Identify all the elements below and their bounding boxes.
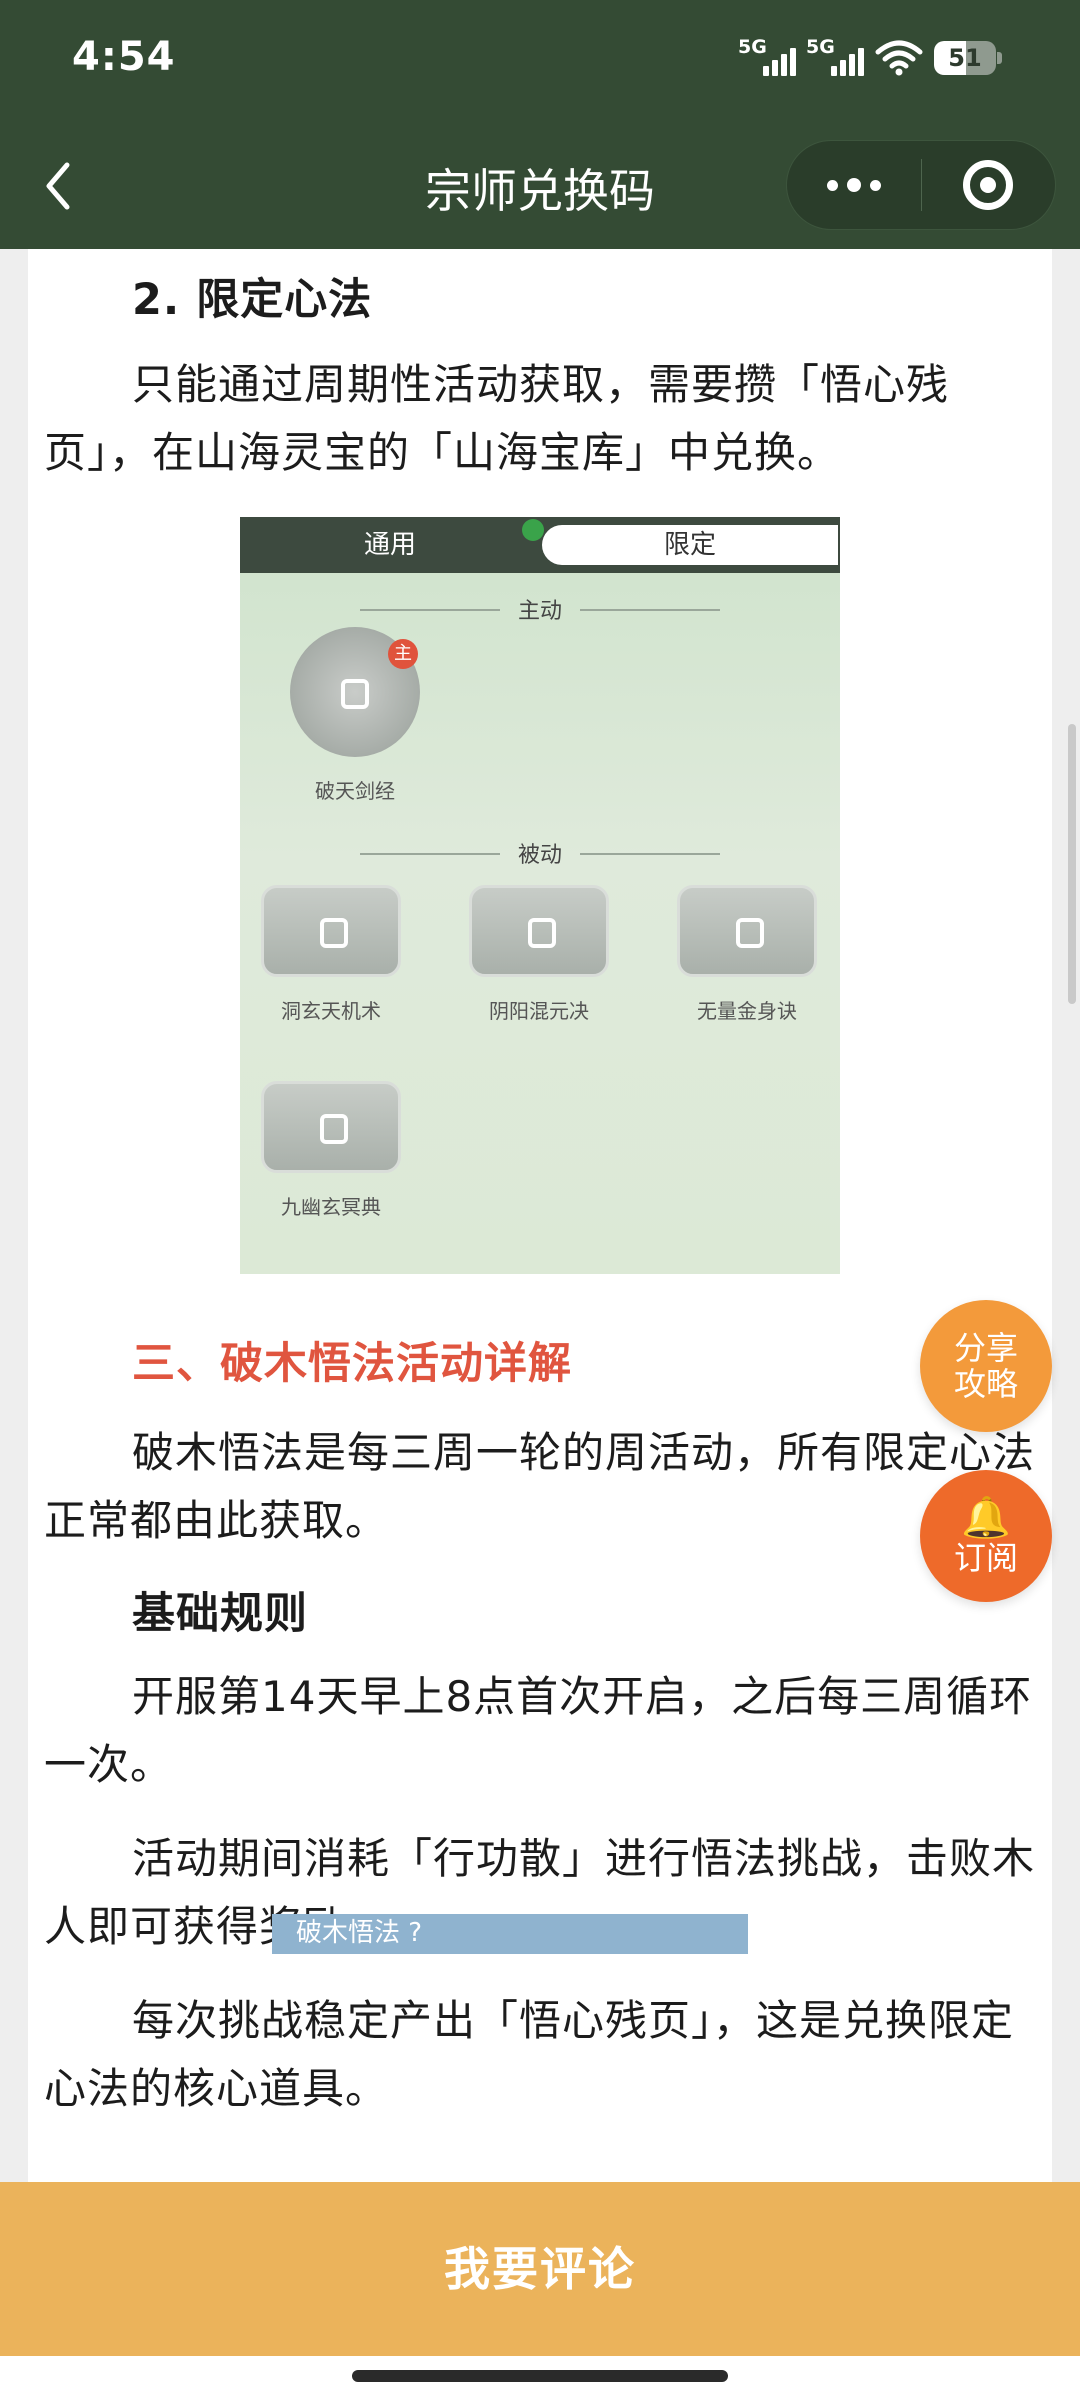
more-dots-icon xyxy=(826,179,838,191)
target-close-icon xyxy=(963,160,1014,210)
subscribe-label: 订阅 xyxy=(953,1539,1018,1577)
skill-item: 阴阳混元决 xyxy=(464,885,614,1024)
status-icons: 5G 5G 51 xyxy=(738,36,1002,80)
share-guide-button[interactable]: 分享攻略 xyxy=(920,1300,1052,1432)
skill-name: 阴阳混元决 xyxy=(489,999,589,1023)
battery-icon: 51 xyxy=(934,39,1002,77)
skill-name: 九幽玄冥典 xyxy=(281,1195,381,1219)
heading-basic-rules: 基础规则 xyxy=(132,1589,308,1639)
share-guide-label: 分享攻略 xyxy=(953,1329,1018,1403)
tab-general: 通用 xyxy=(363,530,416,560)
lock-icon xyxy=(320,918,348,948)
skill-avatar: 主 xyxy=(290,627,420,757)
skill-name: 洞玄天机术 xyxy=(281,999,381,1023)
skill-item: 洞玄天机术 xyxy=(256,885,406,1024)
scrollbar[interactable] xyxy=(1068,724,1076,1004)
skill-item: 无量金身诀 xyxy=(672,885,822,1024)
subscribe-button[interactable]: 🔔 订阅 xyxy=(920,1470,1052,1602)
scroll-icon xyxy=(261,1081,401,1173)
skill-item: 九幽玄冥典 xyxy=(256,1081,406,1220)
lock-icon xyxy=(341,679,369,709)
home-indicator[interactable] xyxy=(352,2370,728,2382)
cellular-signal-icon: 5G xyxy=(738,36,796,78)
chevron-left-icon xyxy=(46,162,70,210)
skill-item: 主 破天剑经 xyxy=(280,627,430,804)
lock-icon xyxy=(528,918,556,948)
section-passive: 被动 xyxy=(240,837,840,869)
back-button[interactable] xyxy=(38,160,78,212)
game-screenshot-event[interactable]: 破木悟法 ? xyxy=(272,1914,748,1954)
paragraph-limited-skill: 只能通过周期性活动获取，需要攒「悟心残页」，在山海灵宝的「山海宝库」中兑换。 xyxy=(44,360,950,477)
heading-section-3: 三、破木悟法活动详解 xyxy=(132,1339,572,1389)
section-active: 主动 xyxy=(240,593,840,625)
comment-label: 我要评论 xyxy=(444,2242,636,2296)
battery-level: 51 xyxy=(948,44,982,72)
tab-limited: 限定 xyxy=(542,525,838,565)
skill-name: 无量金身诀 xyxy=(697,999,797,1023)
scroll-icon xyxy=(261,885,401,977)
wifi-icon xyxy=(875,40,923,76)
paragraph-rule-1: 开服第14天早上8点首次开启，之后每三周循环一次。 xyxy=(44,1672,1033,1789)
mini-program-capsule xyxy=(786,140,1056,230)
up-arrow-icon xyxy=(522,519,544,541)
skill-name: 破天剑经 xyxy=(315,779,395,803)
comment-button[interactable]: 我要评论 xyxy=(0,2182,1080,2356)
lock-icon xyxy=(320,1114,348,1144)
scroll-icon xyxy=(469,885,609,977)
article-content: 2. 限定心法 只能通过周期性活动获取，需要攒「悟心残页」，在山海灵宝的「山海宝… xyxy=(28,249,1052,2185)
close-button[interactable] xyxy=(922,140,1056,230)
more-button[interactable] xyxy=(787,140,921,230)
bell-icon: 🔔 xyxy=(961,1495,1011,1541)
lock-icon xyxy=(736,918,764,948)
status-time: 4:54 xyxy=(72,34,176,80)
cellular-signal-icon-2: 5G xyxy=(806,36,864,78)
game-screenshot-skill-list[interactable]: 通用 限定 主动 主 破天剑经 被动 洞玄天机术 阴阳混元决 无量金身诀 九幽玄… xyxy=(240,517,840,1274)
heading-limited-skill: 2. 限定心法 xyxy=(132,275,373,325)
paragraph-rule-3: 每次挑战稳定产出「悟心残页」，这是兑换限定心法的核心道具。 xyxy=(44,1996,1015,2113)
paragraph-intro: 破木悟法是每三周一轮的周活动，所有限定心法正常都由此获取。 xyxy=(44,1428,1036,1545)
scroll-icon xyxy=(677,885,817,977)
top-bar: 4:54 5G 5G 51 宗师兑换码 xyxy=(0,0,1080,249)
main-badge: 主 xyxy=(388,639,418,669)
